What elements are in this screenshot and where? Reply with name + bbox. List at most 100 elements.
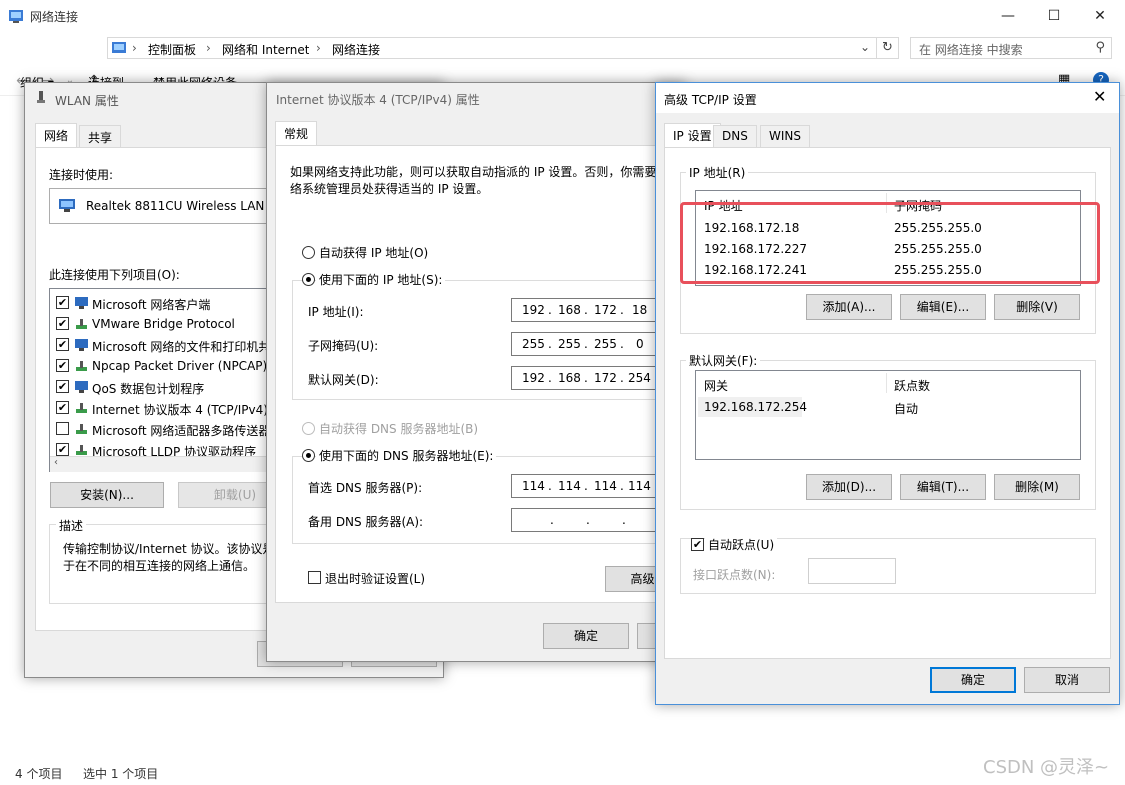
column-divider [886,373,887,393]
maximize-icon[interactable]: ☐ [1031,0,1077,32]
subnet-mask-input[interactable]: 255. 255. 255. 0 [511,332,671,356]
auto-ip-label[interactable]: 自动获得 IP 地址(O) [319,244,428,261]
auto-metric-checkbox[interactable]: ✔ [691,538,704,551]
dialog-title: 高级 TCP/IP 设置 [664,93,757,107]
breadcrumb-sep-icon: › [316,41,321,55]
add-ip-button[interactable]: 添加(A)... [806,294,892,320]
ok-button[interactable]: 确定 [543,623,629,649]
explorer-titlebar: 网络连接 — ☐ ✕ [0,0,1125,32]
breadcrumb-sep-icon: › [132,41,137,55]
window-title: 网络连接 [30,10,79,24]
wlan-icon [37,91,45,103]
gateway-group-label: 默认网关(F): [686,352,761,369]
ok-button[interactable]: 确定 [930,667,1016,693]
items-label: 此连接使用下列项目(O): [49,268,180,282]
tab-sharing[interactable]: 共享 [79,125,122,147]
ip-octet: 192 [522,303,545,317]
remove-ip-button[interactable]: 删除(V) [994,294,1080,320]
ip-address-input[interactable]: 192. 168. 172. 18 [511,298,671,322]
network-service-icon [75,339,88,351]
highlight-box [680,202,1100,284]
minimize-icon[interactable]: — [985,0,1031,32]
status-item-count: 4 个项目 [15,767,63,781]
ip-octet: 255 [594,337,617,351]
manual-ip-radio[interactable] [302,273,315,286]
status-bar: 4 个项目 选中 1 个项目 [0,760,1125,785]
general-tab-panel: 如果网络支持此功能，则可以获取自动指派的 IP 设置。否则，你需要 络系统管理员… [275,145,680,603]
dialog-title: Internet 协议版本 4 (TCP/IPv4) 属性 [276,93,480,107]
ip-octet: 18 [632,303,648,317]
item-checkbox[interactable]: ✔ [56,359,69,372]
tab-network[interactable]: 网络 [35,123,78,147]
install-button[interactable]: 安装(N)... [50,482,164,508]
network-client-icon [75,297,88,309]
list-item-label: Microsoft 网络的文件和打印机共 [92,340,271,354]
item-checkbox[interactable]: ✔ [56,401,69,414]
protocol-icon [76,403,87,413]
preferred-dns-input[interactable]: 114. 114. 114. 114 [511,474,671,498]
scroll-left-icon[interactable]: ‹ [54,457,58,468]
ip-group-label: IP 地址(R) [686,164,749,181]
tab-wins[interactable]: WINS [760,125,810,147]
edit-gateway-button[interactable]: 编辑(T)... [900,474,986,500]
list-item-label: Internet 协议版本 4 (TCP/IPv4) [92,403,268,417]
edit-ip-button[interactable]: 编辑(E)... [900,294,986,320]
protocol-icon [76,445,87,455]
address-bar[interactable]: › 控制面板 › 网络和 Internet › 网络连接 ⌄ [107,37,877,59]
item-checkbox[interactable]: ✔ [56,317,69,330]
gateway-input[interactable]: 192. 168. 172. 254 [511,366,671,390]
refresh-icon[interactable]: ↻ [877,37,899,59]
tab-general[interactable]: 常规 [275,121,318,145]
auto-ip-radio[interactable] [302,246,315,259]
mask-label: 子网掩码(U): [308,339,379,353]
tab-dns[interactable]: DNS [713,125,757,147]
gateway-cell: 192.168.172.254 [704,400,808,414]
validate-checkbox[interactable] [308,571,321,584]
item-checkbox[interactable]: ✔ [56,338,69,351]
interface-metric-input[interactable] [808,558,896,584]
ip-label: IP 地址(I): [308,305,364,319]
gateway-label: 默认网关(D): [308,373,379,387]
search-placeholder: 在 网络连接 中搜索 [919,43,1023,57]
close-icon[interactable]: ✕ [1077,0,1123,32]
search-input[interactable]: 在 网络连接 中搜索 ⚲ [910,37,1112,59]
auto-dns-radio[interactable] [302,422,315,435]
item-checkbox[interactable]: ✔ [56,296,69,309]
cancel-button[interactable]: 取消 [1024,667,1110,693]
item-checkbox[interactable] [56,422,69,435]
item-checkbox[interactable]: ✔ [56,380,69,393]
manual-dns-label[interactable]: 使用下面的 DNS 服务器地址(E): [316,447,497,464]
remove-gateway-button[interactable]: 删除(M) [994,474,1080,500]
item-checkbox[interactable]: ✔ [56,443,69,456]
watermark: CSDN @灵泽~ [983,757,1110,778]
ip-octet: 114 [594,479,617,493]
search-icon: ⚲ [1095,40,1105,55]
alternate-dns-input[interactable]: ... [511,508,671,532]
manual-dns-radio[interactable] [302,449,315,462]
column-header-metric[interactable]: 跃点数 [894,377,930,394]
table-row[interactable]: 192.168.172.254 [698,397,807,417]
gateway-list[interactable]: 网关 跃点数 192.168.172.254 自动 [695,370,1081,460]
auto-dns-label[interactable]: 自动获得 DNS 服务器地址(B) [319,420,478,437]
network-folder-icon [9,10,23,23]
metric-cell: 自动 [894,402,919,416]
connect-using-label: 连接时使用: [49,168,114,182]
ip-octet: 114 [522,479,545,493]
dns1-label: 首选 DNS 服务器(P): [308,481,423,495]
column-header-gateway[interactable]: 网关 [704,377,728,394]
manual-ip-label[interactable]: 使用下面的 IP 地址(S): [316,271,446,288]
close-icon[interactable]: ✕ [1093,87,1106,106]
ip-octet: 114 [558,479,581,493]
ip-octet: 255 [522,337,545,351]
add-gateway-button[interactable]: 添加(D)... [806,474,892,500]
chevron-down-icon[interactable]: ⌄ [860,40,870,54]
ip-octet: 254 [628,371,651,385]
breadcrumb-item[interactable]: 网络和 Internet [222,41,309,58]
network-service-icon [75,381,88,393]
breadcrumb-item[interactable]: 控制面板 [148,41,196,58]
ipv4-properties-dialog: Internet 协议版本 4 (TCP/IPv4) 属性 常规 如果网络支持此… [266,82,686,662]
ip-octet: 168 [558,371,581,385]
breadcrumb-item[interactable]: 网络连接 [332,41,380,58]
auto-metric-label[interactable]: 自动跃点(U) [705,536,778,553]
validate-label[interactable]: 退出时验证设置(L) [325,570,425,587]
